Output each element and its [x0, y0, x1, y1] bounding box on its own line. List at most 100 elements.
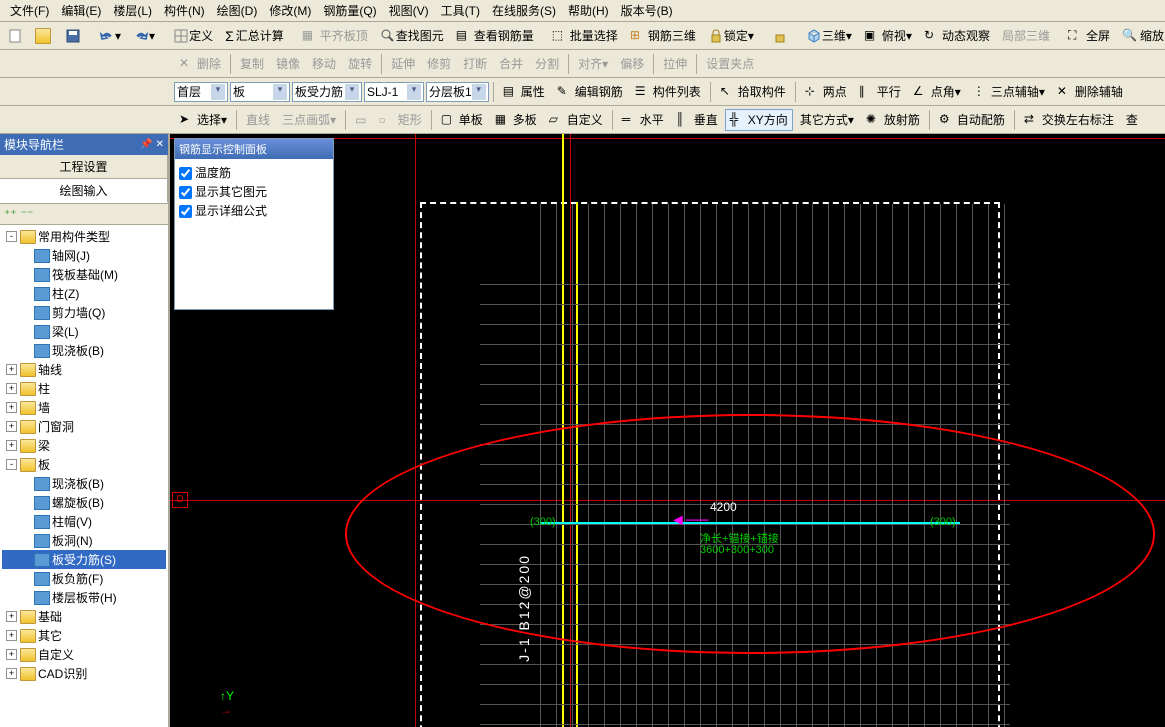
circle-icon-button[interactable]: ○	[373, 109, 390, 131]
sum-button[interactable]: Σ汇总计算	[220, 25, 289, 47]
arc-button[interactable]: 三点画弧▾	[277, 109, 341, 131]
ptangle-button[interactable]: ∠点角▾	[908, 81, 966, 103]
zoom-button[interactable]: 🔍缩放	[1117, 25, 1165, 47]
expand-toggle[interactable]: -	[6, 459, 17, 470]
chk-other[interactable]: 显示其它图元	[179, 182, 329, 201]
undo-button[interactable]: ▾	[94, 25, 126, 47]
grippoint-button[interactable]: 设置夹点	[701, 53, 759, 75]
edit-rebar-button[interactable]: ✎编辑钢筋	[552, 81, 628, 103]
pin-icon[interactable]: 📌 ✕	[140, 139, 164, 150]
rebar-display-panel[interactable]: 钢筋显示控制面板 温度筋 显示其它图元 显示详细公式	[174, 138, 334, 310]
expand-toggle[interactable]: +	[6, 402, 17, 413]
new-button[interactable]	[2, 25, 28, 47]
expand-toggle[interactable]: +	[6, 611, 17, 622]
member-combo[interactable]: 板▾	[230, 82, 290, 102]
redo-button[interactable]: ▾	[128, 25, 160, 47]
radial-button[interactable]: ✺放射筋	[861, 109, 925, 131]
tree-node[interactable]: +梁	[2, 436, 166, 455]
tree-node[interactable]: 板受力筋(S)	[2, 550, 166, 569]
tree-node[interactable]: 梁(L)	[2, 322, 166, 341]
menu-tool[interactable]: 工具(T)	[435, 0, 486, 21]
multi-button[interactable]: ▦多板	[490, 109, 542, 131]
single-button[interactable]: ▢单板	[436, 109, 488, 131]
copy-button[interactable]: 复制	[235, 53, 269, 75]
menu-rebar[interactable]: 钢筋量(Q)	[317, 0, 382, 21]
dynamic-button[interactable]: ↻动态观察	[919, 25, 995, 47]
3d-button[interactable]: 三维▾	[801, 25, 857, 47]
menu-version[interactable]: 版本号(B)	[615, 0, 679, 21]
select-button[interactable]: ➤选择▾	[174, 109, 232, 131]
break-button[interactable]: 打断	[458, 53, 492, 75]
delaux-button[interactable]: ✕删除辅轴	[1052, 81, 1128, 103]
merge-button[interactable]: 合并	[494, 53, 528, 75]
horiz-button[interactable]: ═水平	[617, 109, 669, 131]
menu-file[interactable]: 文件(F)	[4, 0, 55, 21]
batch-select-button[interactable]: ⬚批量选择	[547, 25, 623, 47]
mirror-button[interactable]: 镜像	[271, 53, 305, 75]
tree-node[interactable]: +CAD识别	[2, 664, 166, 683]
tree-node[interactable]: 柱(Z)	[2, 284, 166, 303]
prop-button[interactable]: ▤属性	[498, 81, 550, 103]
save-button[interactable]	[60, 25, 86, 47]
tree-node[interactable]: 剪力墙(Q)	[2, 303, 166, 322]
rotate-button[interactable]: 旋转	[343, 53, 377, 75]
expand-toggle[interactable]: +	[6, 649, 17, 660]
menu-draw[interactable]: 绘图(D)	[211, 0, 264, 21]
drawing-canvas[interactable]: D ◄── 4200 (300) (300) 净长+锚接+锚接 3600+300…	[170, 134, 1165, 727]
tree-node[interactable]: 筏板基础(M)	[2, 265, 166, 284]
expand-toggle[interactable]: +	[6, 421, 17, 432]
other-button[interactable]: 其它方式▾	[795, 109, 859, 131]
line-button[interactable]: 直线	[241, 109, 275, 131]
vert-button[interactable]: ║垂直	[671, 109, 723, 131]
align-button[interactable]: 对齐▾	[573, 53, 613, 75]
tree-node[interactable]: 轴网(J)	[2, 246, 166, 265]
custom-button[interactable]: ▱自定义	[544, 109, 608, 131]
tree-node[interactable]: +门窗洞	[2, 417, 166, 436]
expand-toggle[interactable]: +	[6, 383, 17, 394]
expand-toggle[interactable]: +	[6, 364, 17, 375]
menu-member[interactable]: 构件(N)	[158, 0, 211, 21]
twopt-button[interactable]: ⊹两点	[800, 81, 852, 103]
move-button[interactable]: 移动	[307, 53, 341, 75]
collapse-icon[interactable]: ⁻⁻	[21, 207, 34, 221]
type-combo[interactable]: 板受力筋▾	[292, 82, 362, 102]
tree-node[interactable]: 板洞(N)	[2, 531, 166, 550]
delete-button[interactable]: ✕删除	[174, 53, 226, 75]
tab-draw[interactable]: 绘图输入	[0, 179, 168, 203]
layer-combo[interactable]: 分层板1▾	[426, 82, 489, 102]
fullscreen-button[interactable]: ⛶全屏	[1063, 25, 1115, 47]
tab-project[interactable]: 工程设置	[0, 155, 168, 178]
tree-node[interactable]: 柱帽(V)	[2, 512, 166, 531]
tree-node[interactable]: 楼层板带(H)	[2, 588, 166, 607]
tree-node[interactable]: 现浇板(B)	[2, 341, 166, 360]
tree-node[interactable]: 现浇板(B)	[2, 474, 166, 493]
xy-button[interactable]: ╬XY方向	[725, 109, 793, 131]
tree-node[interactable]: +自定义	[2, 645, 166, 664]
parallel-button[interactable]: ∥平行	[854, 81, 906, 103]
check-button[interactable]: 查	[1121, 109, 1143, 131]
top-view-button[interactable]: ▣俯视▾	[859, 25, 917, 47]
tree-node[interactable]: +其它	[2, 626, 166, 645]
swap-button[interactable]: ⇄交换左右标注	[1019, 109, 1119, 131]
expand-toggle[interactable]: +	[6, 668, 17, 679]
rebar-3d-button[interactable]: ⊞钢筋三维	[625, 25, 701, 47]
chk-temp[interactable]: 温度筋	[179, 163, 329, 182]
floor-combo[interactable]: 首层▾	[174, 82, 228, 102]
local-3d-button[interactable]: 局部三维	[997, 25, 1055, 47]
align-slab-button[interactable]: ▦平齐板顶	[297, 25, 373, 47]
auto-button[interactable]: ⚙自动配筋	[934, 109, 1010, 131]
tree-node[interactable]: 螺旋板(B)	[2, 493, 166, 512]
name-combo[interactable]: SLJ-1▾	[364, 82, 424, 102]
define-button[interactable]: 定义	[168, 25, 218, 47]
expand-toggle[interactable]: -	[6, 231, 17, 242]
tree-node[interactable]: +柱	[2, 379, 166, 398]
extend-button[interactable]: 延伸	[386, 53, 420, 75]
menu-modify[interactable]: 修改(M)	[263, 0, 317, 21]
offset-button[interactable]: 偏移	[615, 53, 649, 75]
tree-node[interactable]: +轴线	[2, 360, 166, 379]
tree-node[interactable]: +墙	[2, 398, 166, 417]
menu-edit[interactable]: 编辑(E)	[55, 0, 107, 21]
tree-node[interactable]: 板负筋(F)	[2, 569, 166, 588]
open-button[interactable]	[30, 25, 58, 47]
expand-icon[interactable]: ⁺⁺	[4, 207, 17, 221]
